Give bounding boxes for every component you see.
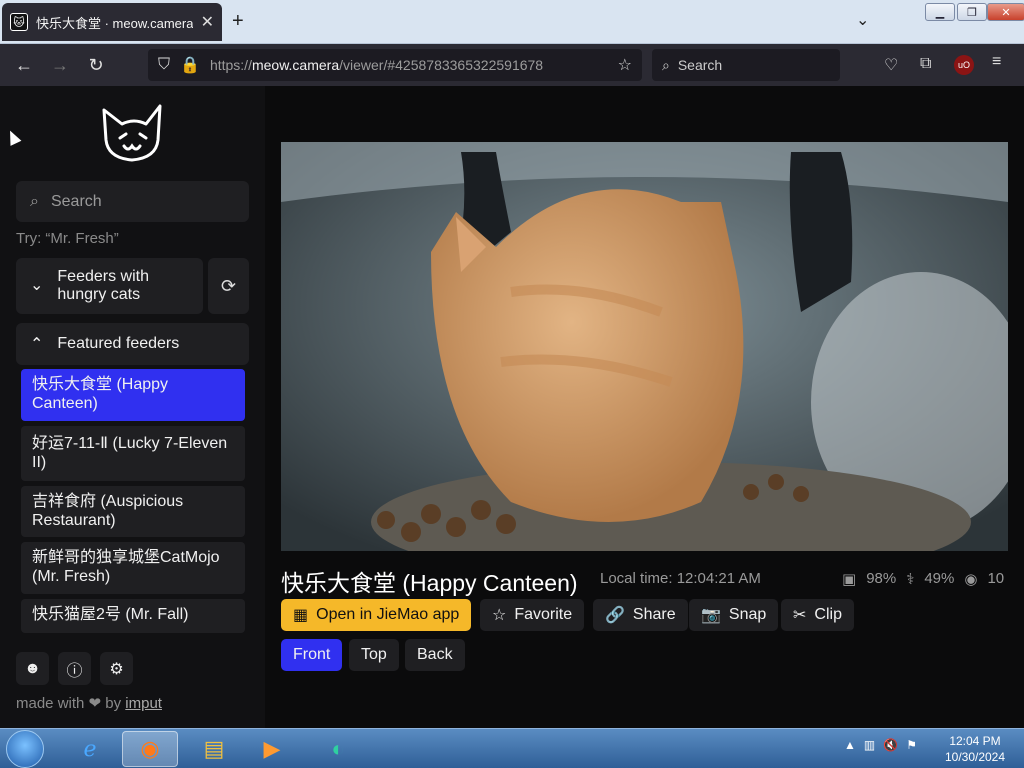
favorite-label: Favorite	[514, 606, 573, 623]
camera-icon: 📷	[701, 607, 721, 624]
app-icon[interactable]: ◐	[310, 731, 366, 767]
made-with-credit: made with ❤ by imput	[16, 694, 162, 712]
open-in-app-label: Open in JieMao app	[316, 606, 460, 623]
star-icon: ☆	[492, 607, 507, 624]
chevron-down-icon: ⌄	[30, 277, 44, 294]
extensions-icon[interactable]: ⧉	[920, 55, 931, 73]
health-icon: ⚕	[906, 571, 915, 588]
discord-icon: ☻	[24, 659, 41, 677]
clock-date: 10/30/2024	[944, 750, 1006, 764]
gear-icon: ⚙	[109, 660, 124, 678]
group-hungry-cats[interactable]: ⌄ Feeders with hungry cats	[16, 258, 203, 314]
back-arrow-icon[interactable]: ←	[6, 55, 42, 76]
scissors-icon: ✂	[793, 607, 807, 624]
group-hungry-label: Feeders with hungry cats	[57, 268, 149, 303]
group-featured-feeders[interactable]: ⌃ Featured feeders	[16, 323, 249, 365]
settings-button[interactable]: ⚙	[100, 652, 133, 685]
feeder-item-mr-fall[interactable]: 快乐猫屋2号 (Mr. Fall)	[21, 599, 245, 633]
made-with-text: made with ❤ by	[16, 695, 122, 712]
list-all-tabs-chevron-icon[interactable]: ⌄	[856, 10, 869, 30]
open-in-app-button[interactable]: ▦ Open in JieMao app	[281, 599, 472, 631]
browser-tab[interactable]: 🐱 快乐大食堂 · meow.camera ✕	[2, 3, 222, 41]
share-label: Share	[632, 606, 676, 623]
feeder-item-mr-fresh[interactable]: 新鲜哥的独享城堡CatMojo (Mr. Fresh)	[21, 542, 245, 594]
file-explorer-icon[interactable]: ▤	[186, 731, 242, 767]
chevron-up-icon: ⌃	[30, 336, 44, 353]
feeder-item-lucky-7-eleven[interactable]: 好运7-11-Ⅱ (Lucky 7-Eleven II)	[21, 426, 245, 481]
feeder-search-placeholder: Search	[50, 192, 102, 210]
tracking-shield-icon[interactable]: ⛉	[158, 56, 170, 74]
view-top-button[interactable]: Top	[349, 639, 399, 671]
taskbar-clock[interactable]: 12:04 PM 10/30/2024	[940, 733, 1010, 765]
view-back-button[interactable]: Back	[405, 639, 465, 671]
refresh-button[interactable]: ⟳	[208, 258, 249, 314]
system-tray: ▲ ▥ 🔇 ⚑	[844, 738, 917, 752]
window-restore-button[interactable]: ❐	[957, 3, 987, 21]
imput-link[interactable]: imput	[125, 695, 162, 712]
refresh-icon: ⟳	[220, 275, 237, 296]
action-center-flag-icon[interactable]: ⚑	[906, 738, 917, 752]
feeder-search-input[interactable]: ⌕ Search	[16, 181, 249, 222]
volume-muted-icon[interactable]: 🔇	[883, 738, 898, 752]
group-featured-label: Featured feeders	[57, 335, 180, 352]
tab-title: 快乐大食堂 · meow.camera	[36, 15, 193, 31]
browser-search-input[interactable]: ⌕ Search	[652, 49, 840, 81]
window-minimize-button[interactable]: ▁	[925, 3, 955, 21]
ublock-icon[interactable]: uO	[954, 55, 974, 75]
show-hidden-icons-icon[interactable]: ▲	[844, 738, 856, 752]
clip-label: Clip	[814, 606, 842, 623]
search-placeholder: Search	[677, 57, 723, 73]
health-value: 49%	[924, 570, 955, 587]
feeder-stats: ▣ 98% ⚕ 49% ◉ 10	[842, 570, 1004, 588]
clip-button[interactable]: ✂ Clip	[781, 599, 854, 631]
view-front-button[interactable]: Front	[281, 639, 343, 671]
feeder-item-happy-canteen[interactable]: 快乐大食堂 (Happy Canteen)	[21, 369, 245, 421]
food-level-icon: ▣	[842, 571, 857, 588]
qr-code-icon: ▦	[293, 607, 309, 624]
viewers-eye-icon: ◉	[964, 571, 978, 588]
url-bar[interactable]: ⛉ 🔒 https://meow.camera/viewer/#42587833…	[148, 49, 642, 81]
firefox-icon[interactable]: ◉	[122, 731, 178, 767]
cat-favicon-icon: 🐱	[10, 13, 28, 31]
media-player-icon[interactable]: ▶	[244, 731, 300, 767]
tab-close-icon[interactable]: ✕	[201, 12, 214, 32]
internet-explorer-icon[interactable]: ℯ	[62, 731, 118, 767]
local-time: Local time: 12:04:21 AM	[600, 570, 761, 587]
menu-icon[interactable]: ≡	[992, 53, 1001, 71]
search-icon: ⌕	[662, 56, 670, 73]
new-tab-button[interactable]: +	[232, 10, 244, 33]
camera-feed-image	[281, 142, 1008, 551]
forward-arrow-icon[interactable]: →	[42, 55, 78, 76]
snap-button[interactable]: 📷 Snap	[689, 599, 779, 631]
pocket-icon[interactable]: ♡	[884, 55, 898, 75]
link-icon: 🔗	[605, 607, 625, 624]
clock-time: 12:04 PM	[949, 734, 1001, 748]
cat-logo-icon	[102, 104, 162, 162]
feeder-item-auspicious-restaurant[interactable]: 吉祥食府 (Auspicious Restaurant)	[21, 486, 245, 537]
window-close-button[interactable]: ✕	[987, 3, 1024, 21]
start-button[interactable]	[6, 730, 44, 768]
bookmark-star-icon[interactable]: ☆	[618, 55, 632, 75]
food-level-value: 98%	[866, 570, 897, 587]
discord-button[interactable]: ☻	[16, 652, 49, 685]
viewers-count: 10	[987, 570, 1005, 587]
camera-title: 快乐大食堂 (Happy Canteen)	[281, 570, 578, 596]
search-hint: Try: “Mr. Fresh”	[16, 230, 119, 247]
lock-icon[interactable]: 🔒	[180, 55, 200, 75]
search-icon: ⌕	[30, 192, 39, 210]
url-text[interactable]: https://meow.camera/viewer/#425878336532…	[210, 57, 608, 73]
info-icon: ⓘ	[66, 662, 83, 680]
network-icon[interactable]: ▥	[864, 738, 875, 752]
favorite-button[interactable]: ☆ Favorite	[480, 599, 585, 631]
share-button[interactable]: 🔗 Share	[593, 599, 688, 631]
camera-video[interactable]	[281, 142, 1008, 551]
snap-label: Snap	[728, 606, 767, 623]
reload-icon[interactable]: ↻	[78, 55, 114, 76]
info-button[interactable]: ⓘ	[58, 652, 91, 685]
